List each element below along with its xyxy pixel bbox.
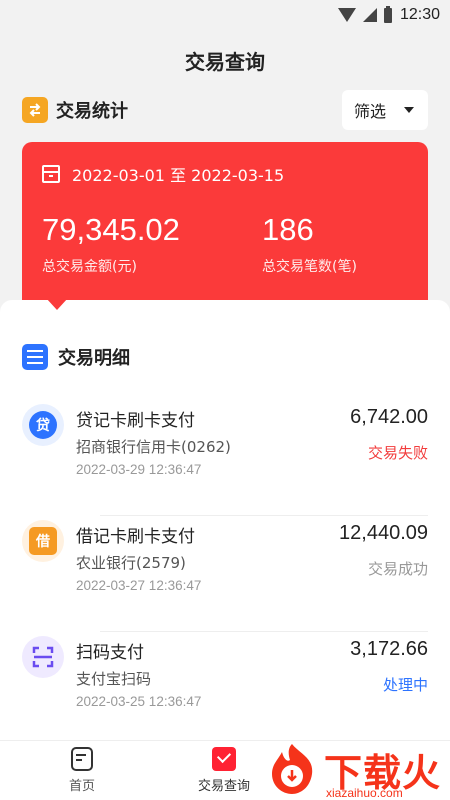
tab-home-label: 首页 — [68, 779, 95, 794]
scan-icon — [22, 636, 64, 678]
transaction-time: 2022-03-29 12:36:47 — [76, 462, 202, 477]
tab-query-label: 交易查询 — [197, 779, 250, 794]
stats-title-group: 交易统计 — [22, 97, 128, 123]
transaction-card: 招商银行信用卡(0262) — [76, 438, 231, 456]
transaction-card: 支付宝扫码 — [76, 670, 152, 688]
transaction-card: 农业银行(2579) — [76, 554, 186, 572]
transaction-amount: 6,742.00 — [350, 406, 428, 428]
transaction-status: 交易失败 — [367, 444, 428, 462]
total-count: 186 — [262, 212, 314, 247]
stats-header: 交易统计 筛选 — [22, 90, 428, 130]
credit-card-icon: 贷 — [22, 404, 64, 446]
details-title: 交易明细 — [58, 348, 130, 369]
caret-down-icon — [404, 107, 414, 113]
transaction-title: 借记卡刷卡支付 — [76, 527, 195, 547]
transaction-title: 扫码支付 — [76, 643, 144, 663]
transaction-time: 2022-03-27 12:36:47 — [76, 578, 202, 593]
home-icon — [71, 747, 93, 771]
status-time: 12:30 — [399, 6, 440, 23]
transaction-status: 处理中 — [382, 676, 428, 694]
status-icons — [337, 5, 392, 23]
flame-logo-icon — [272, 744, 313, 794]
page-title: 交易查询 — [185, 50, 265, 74]
swap-icon — [22, 97, 48, 123]
stats-title: 交易统计 — [56, 101, 128, 122]
stats-card: 2022-03-01 至 2022-03-15 79,345.02 总交易金额(… — [22, 142, 428, 322]
card-pointer — [46, 298, 68, 310]
transaction-item[interactable]: 贷 贷记卡刷卡支付 招商银行信用卡(0262) 2022-03-29 12:36… — [22, 400, 428, 516]
debit-card-icon: 借 — [22, 520, 64, 562]
transaction-amount: 12,440.09 — [339, 522, 428, 544]
tab-home[interactable]: 首页 — [42, 747, 122, 794]
transaction-status: 交易成功 — [367, 560, 428, 578]
transaction-item[interactable]: 扫码支付 支付宝扫码 2022-03-25 12:36:47 3,172.66 … — [22, 632, 428, 748]
status-bar: 12:30 — [0, 0, 450, 30]
signal-icon — [362, 8, 377, 22]
battery-icon — [383, 5, 392, 23]
tab-transaction-query[interactable]: 交易查询 — [184, 747, 264, 794]
total-count-label: 总交易笔数(笔) — [262, 259, 357, 275]
filter-label: 筛选 — [354, 102, 387, 121]
wifi-icon — [337, 8, 356, 22]
transaction-item[interactable]: 借 借记卡刷卡支付 农业银行(2579) 2022-03-27 12:36:47… — [22, 516, 428, 632]
filter-button[interactable]: 筛选 — [342, 90, 428, 130]
total-amount: 79,345.02 — [42, 212, 180, 247]
details-header: 交易明细 — [22, 344, 130, 370]
list-icon — [22, 344, 48, 370]
debit-icon-char: 借 — [29, 527, 57, 555]
details-panel: 交易明细 贷 贷记卡刷卡支付 招商银行信用卡(0262) 2022-03-29 … — [0, 300, 450, 740]
transaction-amount: 3,172.66 — [350, 638, 428, 660]
date-range: 2022-03-01 至 2022-03-15 — [72, 166, 285, 185]
calendar-icon — [42, 165, 60, 183]
watermark-sub: xiazaihuo.com — [326, 786, 403, 800]
transaction-title: 贷记卡刷卡支付 — [76, 411, 195, 431]
watermark: 下载火 xiazaihuo.com — [262, 738, 450, 800]
credit-icon-char: 贷 — [29, 411, 57, 439]
date-range-row[interactable]: 2022-03-01 至 2022-03-15 — [42, 162, 284, 186]
transaction-time: 2022-03-25 12:36:47 — [76, 694, 202, 709]
query-icon — [212, 747, 236, 771]
total-amount-label: 总交易金额(元) — [42, 259, 137, 275]
